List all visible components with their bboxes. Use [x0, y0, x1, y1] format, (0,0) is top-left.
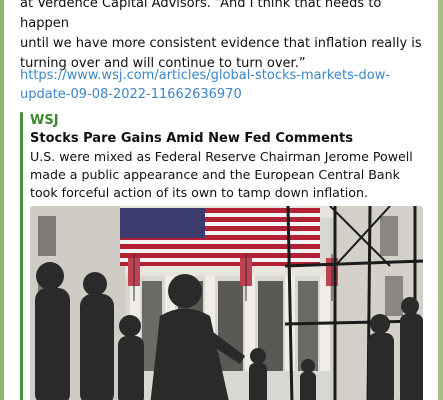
preview-site-name: WSJ	[30, 113, 59, 128]
message-text-line: at Verdence Capital Advisors. “And I thi…	[20, 0, 382, 31]
article-link[interactable]: https://www.wsj.com/articles/global-stoc…	[20, 66, 420, 104]
message-text: at Verdence Capital Advisors. “And I thi…	[20, 0, 432, 74]
preview-description: U.S. were mixed as Federal Reserve Chair…	[30, 149, 413, 200]
message-text-line: until we have more consistent evidence t…	[20, 36, 422, 51]
photo-nyse-facade-with-flags-icon	[30, 206, 423, 400]
chat-background-right	[438, 0, 443, 400]
link-preview[interactable]: WSJ Stocks Pare Gains Amid New Fed Comme…	[20, 112, 430, 400]
message-bubble: at Verdence Capital Advisors. “And I thi…	[4, 0, 438, 400]
preview-accent-bar	[20, 112, 23, 400]
preview-image[interactable]	[30, 206, 423, 400]
preview-title: Stocks Pare Gains Amid New Fed Comments	[30, 131, 353, 146]
